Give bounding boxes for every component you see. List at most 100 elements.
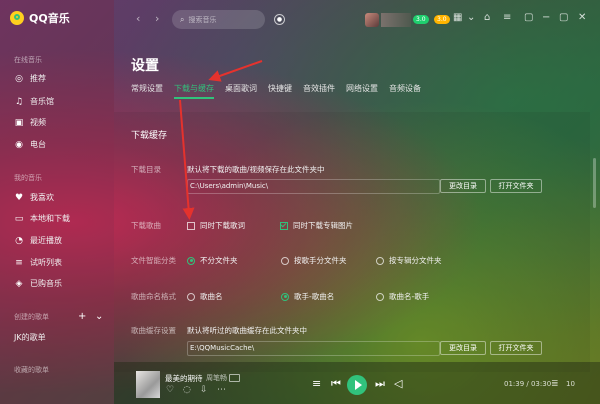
- classify-album-radio[interactable]: 按专辑分文件夹: [376, 255, 442, 266]
- sidebar-item-trial-list[interactable]: ≡ 试听列表: [14, 257, 62, 268]
- tab-network[interactable]: 网络设置: [346, 83, 378, 99]
- mini-mode-icon[interactable]: ▢: [524, 12, 533, 23]
- skin-icon[interactable]: ⌂: [484, 12, 490, 23]
- sidebar-section-mine: 我的音乐: [14, 174, 42, 182]
- sidebar-item-recommend[interactable]: ◎ 推荐: [14, 73, 46, 84]
- search-input[interactable]: [188, 15, 249, 24]
- comment-icon[interactable]: ◌: [183, 385, 191, 395]
- classify-singer-radio[interactable]: 按歌手分文件夹: [281, 255, 347, 266]
- sidebar-item-local-download[interactable]: ▭ 本地和下载: [14, 213, 70, 224]
- sidebar-section-online: 在线音乐: [14, 56, 42, 64]
- next-icon[interactable]: ⏭: [375, 377, 385, 391]
- album-cover[interactable]: [136, 371, 160, 398]
- sidebar-item-label: 推荐: [30, 74, 46, 83]
- tab-audio-device[interactable]: 音频设备: [389, 83, 421, 99]
- radio-label: 按专辑分文件夹: [389, 256, 442, 265]
- download-lyrics-checkbox[interactable]: 同时下载歌词: [187, 220, 245, 231]
- sidebar-item-recent[interactable]: ◔ 最近播放: [14, 235, 62, 246]
- radio-label: 歌手-歌曲名: [294, 292, 335, 301]
- download-icon[interactable]: ⇩: [200, 385, 208, 395]
- cache-dir-path: E:\QQMusicCache\: [187, 341, 440, 356]
- voice-search-icon[interactable]: ●: [274, 14, 285, 25]
- tab-desktop-lyrics[interactable]: 桌面歌词: [225, 83, 257, 99]
- singer-name[interactable]: 周笔畅: [206, 373, 227, 383]
- tab-download-cache[interactable]: 下载与缓存: [174, 83, 214, 99]
- tab-general[interactable]: 常规设置: [131, 83, 163, 99]
- checkbox-label: 同时下载专辑图片: [293, 221, 353, 230]
- naming-song-radio[interactable]: 歌曲名: [187, 291, 223, 302]
- change-download-dir-button[interactable]: 更改目录: [440, 179, 486, 193]
- playlist-icon[interactable]: ≣: [551, 379, 559, 389]
- video-icon: ▣: [14, 117, 24, 128]
- radio-selected[interactable]: [281, 292, 289, 301]
- sidebar-item-music-hall[interactable]: ♫ 音乐馆: [14, 96, 54, 107]
- sidebar-item-purchased[interactable]: ◈ 已购音乐: [14, 278, 62, 289]
- checkbox-label: 同时下载歌词: [200, 221, 245, 230]
- sidebar-item-radio[interactable]: ◉ 电台: [14, 139, 46, 150]
- song-title[interactable]: 最美的期待: [165, 373, 203, 384]
- vip-badge[interactable]: 3.0: [413, 15, 429, 24]
- chevron-down-icon[interactable]: ⌄: [467, 12, 475, 23]
- sidebar-item-video[interactable]: ▣ 视频: [14, 117, 46, 128]
- minimize-icon[interactable]: −: [542, 12, 550, 23]
- more-icon[interactable]: ⋯: [217, 385, 226, 395]
- add-playlist-icon[interactable]: +: [78, 311, 86, 322]
- volume-icon[interactable]: ◁: [394, 377, 402, 390]
- sidebar-item-favorites[interactable]: ♥ 我喜欢: [14, 192, 54, 203]
- forward-arrow-icon[interactable]: ›: [155, 12, 159, 25]
- open-cache-folder-button[interactable]: 打开文件夹: [490, 341, 542, 355]
- search-box[interactable]: ⌕: [172, 10, 265, 29]
- computer-icon: ▭: [14, 213, 24, 224]
- sidebar-section-created: 创建的歌单: [14, 313, 49, 321]
- radio[interactable]: [281, 256, 289, 265]
- naming-song-singer-radio[interactable]: 歌曲名-歌手: [376, 291, 429, 302]
- download-cover-checkbox[interactable]: 同时下载专辑图片: [280, 220, 353, 231]
- previous-icon[interactable]: ⏮: [331, 377, 341, 391]
- sidebar-item-playlist[interactable]: JK的歌单: [14, 332, 46, 343]
- username-blurred[interactable]: [381, 13, 411, 27]
- search-icon: ⌕: [180, 14, 185, 24]
- sidebar-item-label: 我喜欢: [30, 193, 54, 202]
- menu-icon[interactable]: ≡: [503, 12, 511, 23]
- back-arrow-icon[interactable]: ‹: [136, 12, 140, 25]
- play-button[interactable]: [347, 375, 367, 395]
- checkbox-box[interactable]: [187, 221, 195, 230]
- radio[interactable]: [376, 256, 384, 265]
- sidebar-item-label: 本地和下载: [30, 214, 70, 223]
- level-badge-icon[interactable]: ▦: [453, 12, 462, 23]
- radio-label: 歌曲名: [200, 292, 223, 301]
- like-icon[interactable]: ♡: [166, 385, 174, 395]
- page-title: 设置: [131, 58, 159, 74]
- vip-badge-2[interactable]: 3.0: [434, 15, 450, 24]
- sidebar-item-label: 试听列表: [30, 258, 62, 267]
- clock-icon: ◔: [15, 235, 23, 246]
- app-logo[interactable]: QQ音乐: [10, 10, 70, 26]
- settings-panel: [114, 112, 590, 372]
- sidebar-item-label: 音乐馆: [30, 97, 54, 106]
- radio[interactable]: [187, 292, 195, 301]
- avatar[interactable]: [365, 13, 379, 27]
- download-song-label: 下载歌曲: [131, 221, 161, 230]
- close-icon[interactable]: ✕: [578, 12, 586, 23]
- change-cache-dir-button[interactable]: 更改目录: [440, 341, 486, 355]
- tab-sound-plugins[interactable]: 音效插件: [303, 83, 335, 99]
- open-download-folder-button[interactable]: 打开文件夹: [490, 179, 542, 193]
- mv-icon[interactable]: [229, 374, 240, 382]
- disc-icon: ◎: [15, 73, 23, 84]
- naming-singer-song-radio[interactable]: 歌手-歌曲名: [281, 291, 334, 302]
- playlist-count: 10: [566, 380, 575, 388]
- checkbox-box-checked[interactable]: [280, 221, 288, 230]
- classify-none-radio[interactable]: 不分文件夹: [187, 255, 238, 266]
- tab-hotkeys[interactable]: 快捷键: [268, 83, 292, 99]
- chevron-down-icon[interactable]: ⌄: [95, 311, 103, 322]
- radio-selected[interactable]: [187, 256, 195, 265]
- radio[interactable]: [376, 292, 384, 301]
- qq-music-logo-icon: [10, 11, 24, 25]
- play-mode-icon[interactable]: ≡: [312, 377, 321, 390]
- radio-icon: ◉: [15, 139, 23, 150]
- scrollbar[interactable]: [593, 158, 596, 208]
- music-note-icon: ♫: [14, 96, 24, 107]
- maximize-icon[interactable]: ▢: [559, 12, 568, 23]
- heart-icon: ♥: [14, 192, 24, 203]
- naming-label: 歌曲命名格式: [131, 292, 176, 301]
